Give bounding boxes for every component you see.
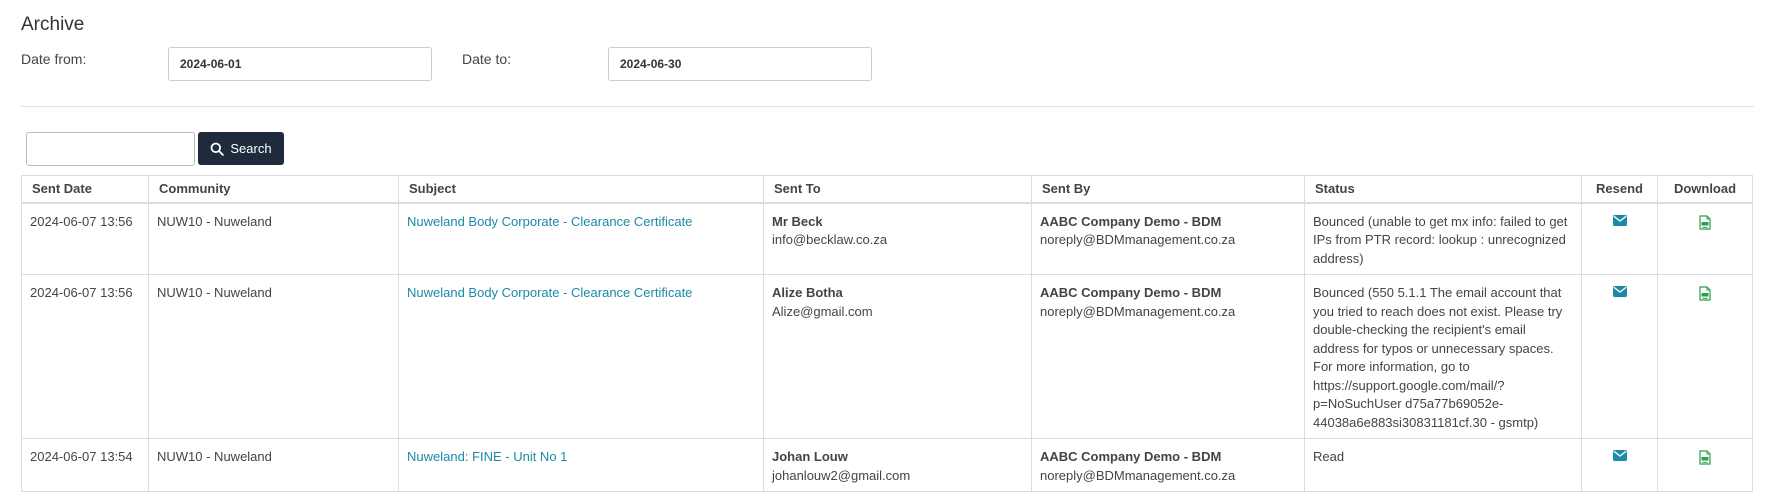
page-title: Archive	[21, 14, 85, 35]
search-icon	[210, 142, 225, 156]
resend-cell	[1581, 202, 1658, 275]
status-cell: Bounced (unable to get mx info: failed t…	[1304, 202, 1582, 275]
sent-date-cell: 2024-06-07 13:54	[21, 438, 149, 492]
sent-to-name: Johan Louw	[772, 449, 848, 464]
header-sent-to[interactable]: Sent To	[763, 175, 1032, 204]
community-cell: NUW10 - Nuweland	[148, 438, 399, 492]
sent-to-name: Mr Beck	[772, 213, 823, 229]
sent-by-email: noreply@BDMmanagement.co.za	[1040, 232, 1236, 247]
date-to-label: Date to:	[462, 51, 512, 67]
sent-to-name: Alize Botha	[772, 285, 843, 300]
sent-by-cell: AABC Company Demo - BDM noreply@BDMmanag…	[1031, 438, 1305, 492]
header-sent-by[interactable]: Sent By	[1031, 175, 1305, 204]
pdf-download-icon[interactable]	[1699, 450, 1711, 465]
sent-by-email: noreply@BDMmanagement.co.za	[1040, 467, 1236, 483]
pdf-download-icon[interactable]	[1699, 286, 1711, 301]
sent-to-cell: Johan Louw johanlouw2@gmail.com	[763, 438, 1032, 492]
sent-by-name: AABC Company Demo - BDM	[1040, 285, 1222, 300]
table-header-row: Sent Date Community Subject Sent To Sent…	[21, 175, 1753, 204]
header-sent-date[interactable]: Sent Date	[21, 175, 149, 204]
sent-to-cell: Alize Botha Alize@gmail.com	[763, 274, 1032, 439]
header-resend: Resend	[1581, 175, 1658, 204]
subject-link[interactable]: Nuweland Body Corporate - Clearance Cert…	[407, 285, 692, 300]
sent-by-cell: AABC Company Demo - BDM noreply@BDMmanag…	[1031, 202, 1305, 275]
resend-cell	[1581, 438, 1658, 492]
sent-to-email: johanlouw2@gmail.com	[772, 467, 911, 483]
date-from-label: Date from:	[21, 51, 87, 67]
search-input[interactable]	[26, 132, 195, 166]
sent-to-email: Alize@gmail.com	[772, 303, 873, 319]
sent-to-email: info@becklaw.co.za	[772, 232, 888, 247]
resend-cell	[1581, 274, 1658, 439]
envelope-icon[interactable]	[1612, 214, 1627, 226]
search-button[interactable]: Search	[198, 132, 284, 165]
pdf-download-icon[interactable]	[1699, 214, 1711, 230]
sent-date-cell: 2024-06-07 13:56	[21, 274, 149, 439]
sent-by-email: noreply@BDMmanagement.co.za	[1040, 303, 1236, 319]
download-cell	[1657, 274, 1753, 439]
subject-link[interactable]: Nuweland: FINE - Unit No 1	[407, 449, 567, 464]
filter-divider	[21, 106, 1754, 107]
subject-cell: Nuweland Body Corporate - Clearance Cert…	[398, 274, 764, 439]
table-row: 2024-06-07 13:56 NUW10 - Nuweland Nuwela…	[21, 202, 1753, 275]
envelope-icon[interactable]	[1612, 286, 1627, 297]
download-cell	[1657, 438, 1753, 492]
sent-by-name: AABC Company Demo - BDM	[1040, 213, 1222, 229]
header-subject[interactable]: Subject	[398, 175, 764, 204]
sent-by-cell: AABC Company Demo - BDM noreply@BDMmanag…	[1031, 274, 1305, 439]
sent-to-cell: Mr Beck info@becklaw.co.za	[763, 202, 1032, 275]
archive-table: Sent Date Community Subject Sent To Sent…	[21, 175, 1753, 492]
download-cell	[1657, 202, 1753, 275]
subject-cell: Nuweland Body Corporate - Clearance Cert…	[398, 202, 764, 275]
community-cell: NUW10 - Nuweland	[148, 274, 399, 439]
subject-cell: Nuweland: FINE - Unit No 1	[398, 438, 764, 492]
status-cell: Read	[1304, 438, 1582, 492]
community-cell: NUW10 - Nuweland	[148, 202, 399, 275]
date-to-input[interactable]	[608, 47, 872, 81]
header-status[interactable]: Status	[1304, 175, 1582, 204]
table-row: 2024-06-07 13:56 NUW10 - Nuweland Nuwela…	[21, 274, 1753, 439]
search-button-label: Search	[230, 141, 272, 156]
status-cell: Bounced (550 5.1.1 The email account tha…	[1304, 274, 1582, 439]
sent-by-name: AABC Company Demo - BDM	[1040, 449, 1222, 464]
header-community[interactable]: Community	[148, 175, 399, 204]
table-row: 2024-06-07 13:54 NUW10 - Nuweland Nuwela…	[21, 438, 1753, 492]
date-from-input[interactable]	[168, 47, 432, 81]
sent-date-cell: 2024-06-07 13:56	[21, 202, 149, 275]
subject-link[interactable]: Nuweland Body Corporate - Clearance Cert…	[407, 214, 692, 229]
header-download: Download	[1657, 175, 1753, 204]
envelope-icon[interactable]	[1612, 450, 1627, 461]
